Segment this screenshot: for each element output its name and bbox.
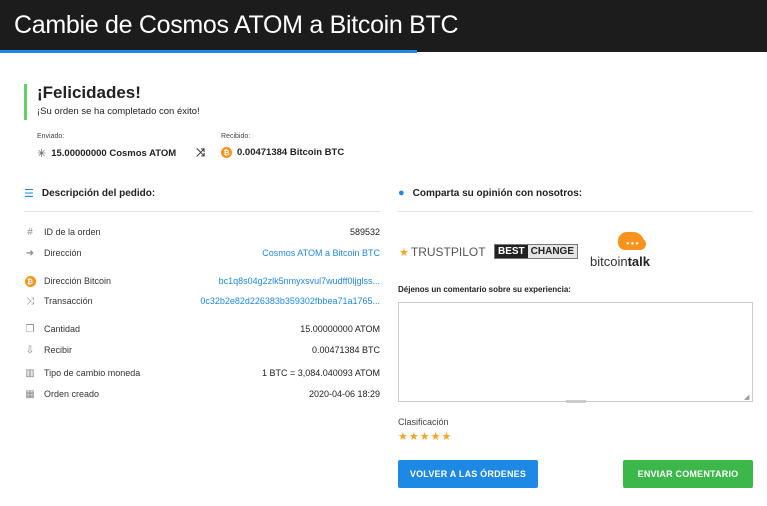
textarea-resize-grip[interactable] bbox=[566, 400, 586, 403]
rating-stars[interactable]: ★ ★ ★ ★ ★ bbox=[398, 431, 451, 443]
order-row-amount: ❐ Cantidad 15.00000000 ATOM bbox=[24, 322, 380, 338]
star-icon[interactable]: ★ bbox=[431, 431, 441, 443]
bitcointalk-text-2: talk bbox=[627, 254, 650, 269]
order-row-direction: ➜ Dirección Cosmos ATOM a Bitcoin BTC bbox=[24, 246, 380, 262]
send-comment-button[interactable]: ENVIAR COMENTARIO bbox=[623, 460, 753, 488]
opinion-divider bbox=[398, 211, 753, 212]
row-value: 589532 bbox=[349, 227, 380, 237]
row-label: Transacción bbox=[44, 296, 93, 306]
trustpilot-logo[interactable]: ★ TRUSTPILOT bbox=[399, 245, 486, 259]
comment-label: Déjenos un comentario sobre su experienc… bbox=[398, 285, 571, 294]
sent-value: 15.00000000 Cosmos ATOM bbox=[51, 148, 177, 159]
page-title: Cambie de Cosmos ATOM a Bitcoin BTC bbox=[14, 11, 459, 39]
row-label: Dirección Bitcoin bbox=[44, 276, 112, 286]
bitcointalk-text: bitcointalk bbox=[590, 254, 650, 269]
download-icon: ⇩ bbox=[25, 345, 35, 356]
bestchange-text-1: BEST bbox=[495, 245, 528, 258]
received-value: 0.00471384 Bitcoin BTC bbox=[237, 147, 345, 158]
row-label: Dirección bbox=[44, 248, 82, 258]
row-value: 1 BTC = 3,084.040093 ATOM bbox=[262, 368, 380, 378]
sent-label: Enviado: bbox=[37, 133, 65, 140]
row-value: 0.00471384 BTC bbox=[311, 345, 380, 355]
copy-icon: ❐ bbox=[25, 324, 35, 335]
received-amount: ₿ 0.00471384 Bitcoin BTC bbox=[221, 147, 344, 158]
btc-address-link[interactable]: bc1q8s04g2zlk5nmyxsvul7wudff0ljglss... bbox=[219, 276, 380, 286]
bitcointalk-dots: ●●● bbox=[626, 241, 640, 247]
bestchange-logo[interactable]: BEST CHANGE bbox=[494, 244, 579, 259]
order-row-rate: ▥ Tipo de cambio moneda 1 BTC = 3,084.04… bbox=[24, 366, 380, 382]
success-text: ¡Su orden se ha completado con éxito! bbox=[37, 106, 200, 117]
row-label: Tipo de cambio moneda bbox=[44, 368, 141, 378]
row-value: 2020-04-06 18:29 bbox=[308, 389, 380, 399]
row-label: Cantidad bbox=[44, 324, 81, 334]
star-icon[interactable]: ★ bbox=[409, 431, 419, 443]
shuffle-icon: ⤨ bbox=[26, 296, 34, 307]
bar-chart-icon: ▥ bbox=[25, 368, 35, 379]
bitcoin-icon: ₿ bbox=[221, 147, 232, 158]
header-accent-bar bbox=[0, 50, 417, 53]
order-row-transaction: ⤨ Transacción 0c32b2e82d226383b359302fbb… bbox=[24, 294, 380, 310]
row-label: Recibir bbox=[44, 345, 73, 355]
star-icon[interactable]: ★ bbox=[420, 431, 430, 443]
resize-corner-icon[interactable]: ◢ bbox=[744, 393, 749, 401]
row-label: Orden creado bbox=[44, 389, 100, 399]
star-icon[interactable]: ★ bbox=[398, 431, 408, 443]
calendar-icon: ▦ bbox=[25, 389, 35, 400]
transaction-link[interactable]: 0c32b2e82d226383b359302fbbea71a1765... bbox=[200, 296, 380, 306]
list-icon: ☰ bbox=[24, 188, 34, 200]
order-row-created: ▦ Orden creado 2020-04-06 18:29 bbox=[24, 387, 380, 403]
bitcointalk-logo[interactable]: ●●● bitcointalk bbox=[590, 232, 670, 272]
trustpilot-text: TRUSTPILOT bbox=[410, 245, 486, 259]
order-section-title: ☰ Descripción del pedido: bbox=[24, 187, 155, 200]
bitcoin-icon: ₿ bbox=[24, 276, 36, 288]
received-label: Recibido: bbox=[221, 133, 251, 140]
success-title: ¡Felicidades! bbox=[37, 83, 141, 102]
sent-amount: ✳ 15.00000000 Cosmos ATOM bbox=[37, 147, 176, 160]
order-row-btc-address: ₿ Dirección Bitcoin bc1q8s04g2zlk5nmyxsv… bbox=[24, 274, 380, 290]
row-value: 15.00000000 ATOM bbox=[300, 324, 380, 334]
back-to-orders-button[interactable]: VOLVER A LAS ÓRDENES bbox=[398, 460, 538, 488]
star-icon[interactable]: ★ bbox=[442, 431, 452, 443]
opinion-title-text: Comparta su opinión con nosotros: bbox=[412, 187, 583, 199]
trustpilot-star-icon: ★ bbox=[399, 246, 409, 259]
bestchange-text-2: CHANGE bbox=[527, 245, 578, 258]
chat-icon: ● bbox=[398, 187, 405, 199]
shuffle-icon: ⤨ bbox=[196, 147, 205, 159]
direction-link[interactable]: Cosmos ATOM a Bitcoin BTC bbox=[262, 248, 380, 258]
opinion-section-title: ● Comparta su opinión con nosotros: bbox=[398, 187, 582, 199]
order-row-receive: ⇩ Recibir 0.00471384 BTC bbox=[24, 343, 380, 359]
cosmos-icon: ✳ bbox=[37, 148, 47, 160]
order-divider bbox=[24, 211, 380, 212]
comment-textarea[interactable] bbox=[398, 302, 753, 402]
page-header: Cambie de Cosmos ATOM a Bitcoin BTC bbox=[0, 0, 767, 52]
order-row-id: # ID de la orden 589532 bbox=[24, 225, 380, 241]
hash-icon: # bbox=[27, 227, 33, 238]
row-label: ID de la orden bbox=[44, 227, 101, 237]
success-message: ¡Felicidades! ¡Su orden se ha completado… bbox=[24, 84, 324, 120]
order-title-text: Descripción del pedido: bbox=[41, 188, 156, 199]
rating-label: Clasificación bbox=[398, 417, 449, 427]
bitcointalk-text-1: bitcoin bbox=[590, 254, 628, 269]
direction-icon: ➜ bbox=[25, 248, 35, 259]
